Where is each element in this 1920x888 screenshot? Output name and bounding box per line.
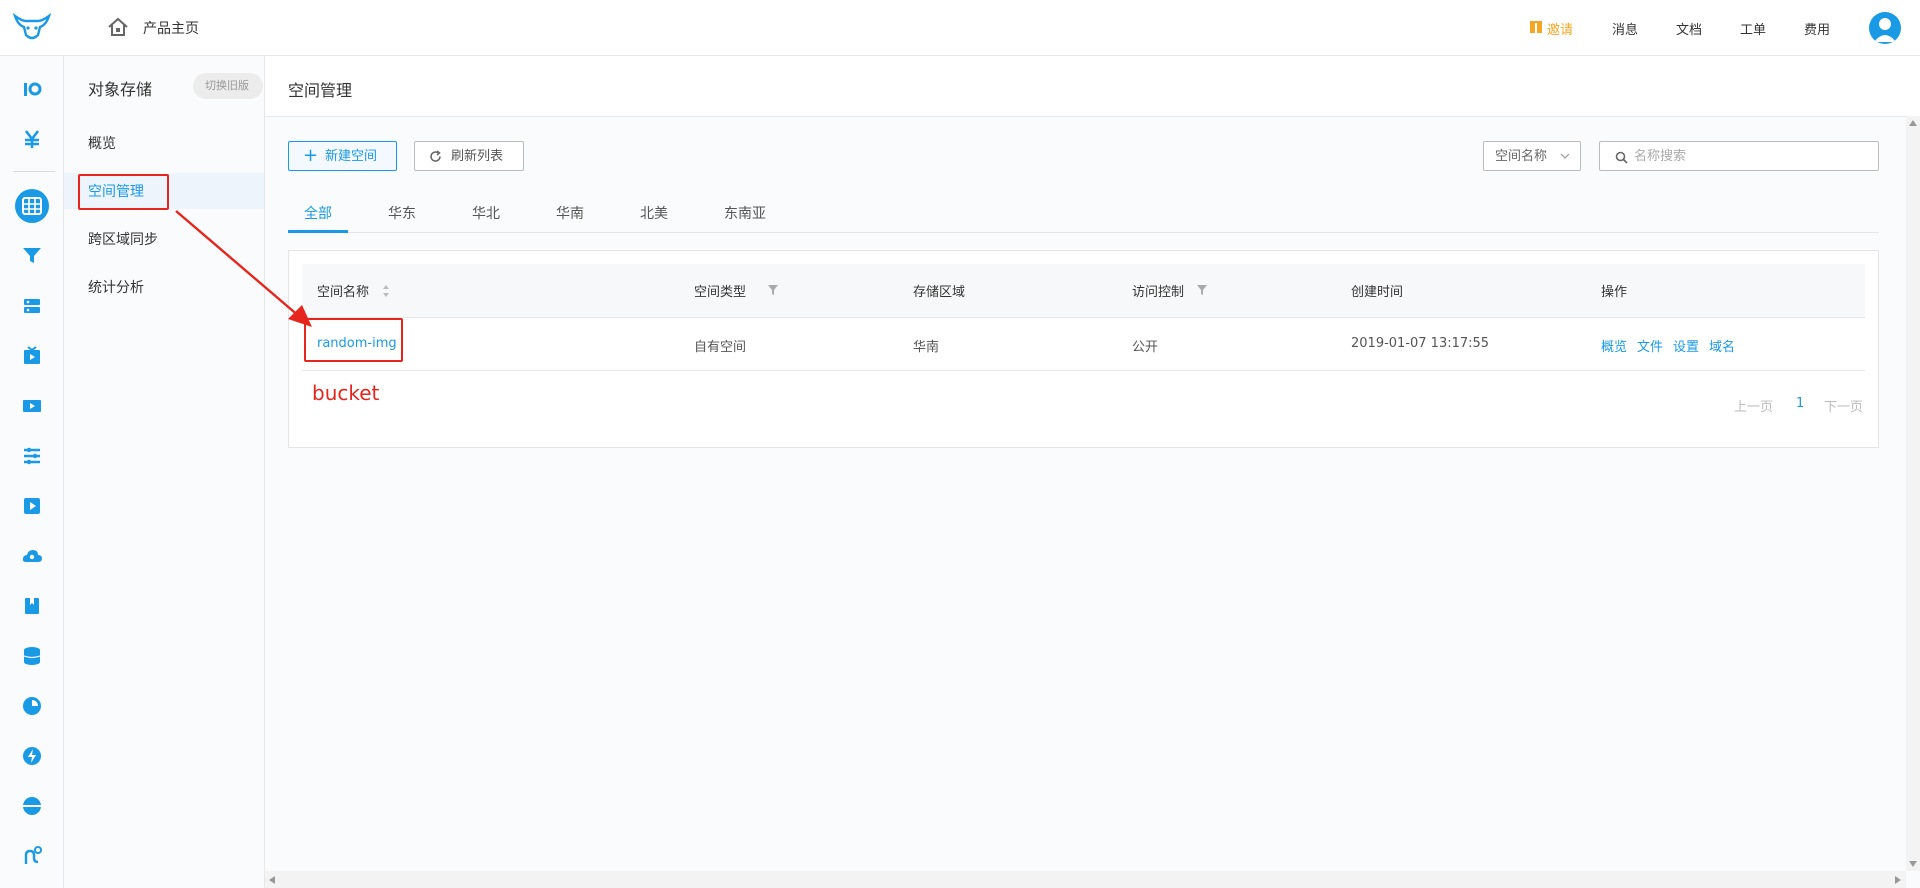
bucket-access: 公开 <box>1132 340 1159 355</box>
pager-prev[interactable]: 上一页 <box>1734 396 1773 415</box>
sort-icon[interactable] <box>382 284 390 298</box>
lightning-icon[interactable] <box>21 745 43 767</box>
tab-southeast-asia[interactable]: 东南亚 <box>724 203 766 223</box>
col-header-type: 空间类型 <box>694 285 747 300</box>
avatar[interactable] <box>1869 12 1901 44</box>
sidebar-item-statistics[interactable]: 统计分析 <box>88 277 144 297</box>
scroll-down-icon[interactable] <box>1909 861 1917 867</box>
annotation-highlight-sidebar <box>78 174 169 210</box>
vertical-scrollbar[interactable] <box>1906 116 1920 871</box>
product-home-link[interactable]: 产品主页 <box>143 18 199 38</box>
bucket-created-time: 2019-01-07 13:17:55 <box>1351 336 1490 351</box>
col-header-name[interactable]: 空间名称 <box>317 281 369 300</box>
billing-link[interactable]: 费用 <box>1804 19 1830 38</box>
pager-next[interactable]: 下一页 <box>1824 396 1863 415</box>
bucket-type: 自有空间 <box>694 340 747 355</box>
search-icon <box>1615 151 1628 164</box>
annotation-arrow-icon <box>175 210 312 327</box>
new-bucket-button[interactable]: + 新建空间 <box>288 141 397 171</box>
scroll-up-icon[interactable] <box>1909 120 1917 126</box>
action-files-link[interactable]: 文件 <box>1637 336 1663 355</box>
network-icon[interactable] <box>21 795 43 817</box>
tab-north-america[interactable]: 北美 <box>640 203 668 223</box>
switch-old-version-button[interactable]: 切换旧版 <box>193 73 263 99</box>
sliders-icon[interactable] <box>21 445 43 467</box>
rail-divider <box>13 171 55 172</box>
scroll-left-icon[interactable] <box>269 876 275 884</box>
server-icon[interactable] <box>21 295 43 317</box>
user-icon <box>1874 18 1896 42</box>
col-header-access: 访问控制 <box>1132 285 1185 300</box>
docs-link[interactable]: 文档 <box>1676 19 1702 38</box>
yen-icon[interactable] <box>21 128 43 150</box>
refresh-icon <box>430 150 441 162</box>
tabs-baseline <box>288 232 1879 233</box>
bookmark-icon[interactable] <box>21 595 43 617</box>
video-film-icon[interactable] <box>21 395 43 417</box>
chevron-down-icon <box>1560 153 1570 159</box>
bucket-region: 华南 <box>913 340 940 355</box>
pager-current[interactable]: 1 <box>1796 396 1804 411</box>
media-play-icon[interactable] <box>21 495 43 517</box>
search-field-select[interactable]: 空间名称 <box>1483 141 1581 171</box>
analytics-icon[interactable] <box>21 695 43 717</box>
ic-icon[interactable] <box>21 78 43 100</box>
col-header-created: 创建时间 <box>1351 285 1404 300</box>
col-header-actions: 操作 <box>1601 285 1628 300</box>
sidebar-item-overview[interactable]: 概览 <box>88 133 116 153</box>
filter-icon[interactable] <box>1196 284 1208 296</box>
cloud-icon[interactable] <box>21 545 43 567</box>
main-content <box>265 56 1920 888</box>
messages-link[interactable]: 消息 <box>1612 19 1638 38</box>
gift-icon[interactable] <box>1529 20 1543 34</box>
tab-south-china[interactable]: 华南 <box>556 203 584 223</box>
page-title: 空间管理 <box>288 81 353 100</box>
table-header <box>302 264 1865 318</box>
tickets-link[interactable]: 工单 <box>1740 19 1766 38</box>
refresh-list-button[interactable]: 刷新列表 <box>414 141 524 171</box>
plus-icon: + <box>303 145 319 166</box>
tab-east-china[interactable]: 华东 <box>388 203 416 223</box>
annotation-label: bucket <box>312 381 380 405</box>
qiniu-logo-icon[interactable] <box>12 11 52 43</box>
home-icon[interactable] <box>107 16 129 38</box>
action-overview-link[interactable]: 概览 <box>1601 336 1627 355</box>
table-row-divider <box>302 370 1865 371</box>
action-settings-link[interactable]: 设置 <box>1673 336 1699 355</box>
route-icon[interactable] <box>21 845 43 867</box>
horizontal-scrollbar[interactable] <box>265 871 1906 888</box>
database-icon[interactable] <box>21 645 43 667</box>
storage-grid-icon[interactable] <box>21 195 43 217</box>
page-header <box>265 56 1920 117</box>
action-domains-link[interactable]: 域名 <box>1709 336 1735 355</box>
scroll-right-icon[interactable] <box>1895 876 1901 884</box>
live-icon[interactable] <box>21 345 43 367</box>
tab-north-china[interactable]: 华北 <box>472 203 500 223</box>
cdn-icon[interactable] <box>21 244 43 266</box>
sidebar-title: 对象存储 <box>88 80 153 99</box>
col-header-region: 存储区域 <box>913 285 966 300</box>
filter-icon[interactable] <box>767 284 779 296</box>
name-search-input[interactable]: 名称搜索 <box>1599 141 1879 171</box>
invite-link[interactable]: 邀请 <box>1547 19 1573 38</box>
sidebar-item-cross-region-sync[interactable]: 跨区域同步 <box>88 229 158 249</box>
